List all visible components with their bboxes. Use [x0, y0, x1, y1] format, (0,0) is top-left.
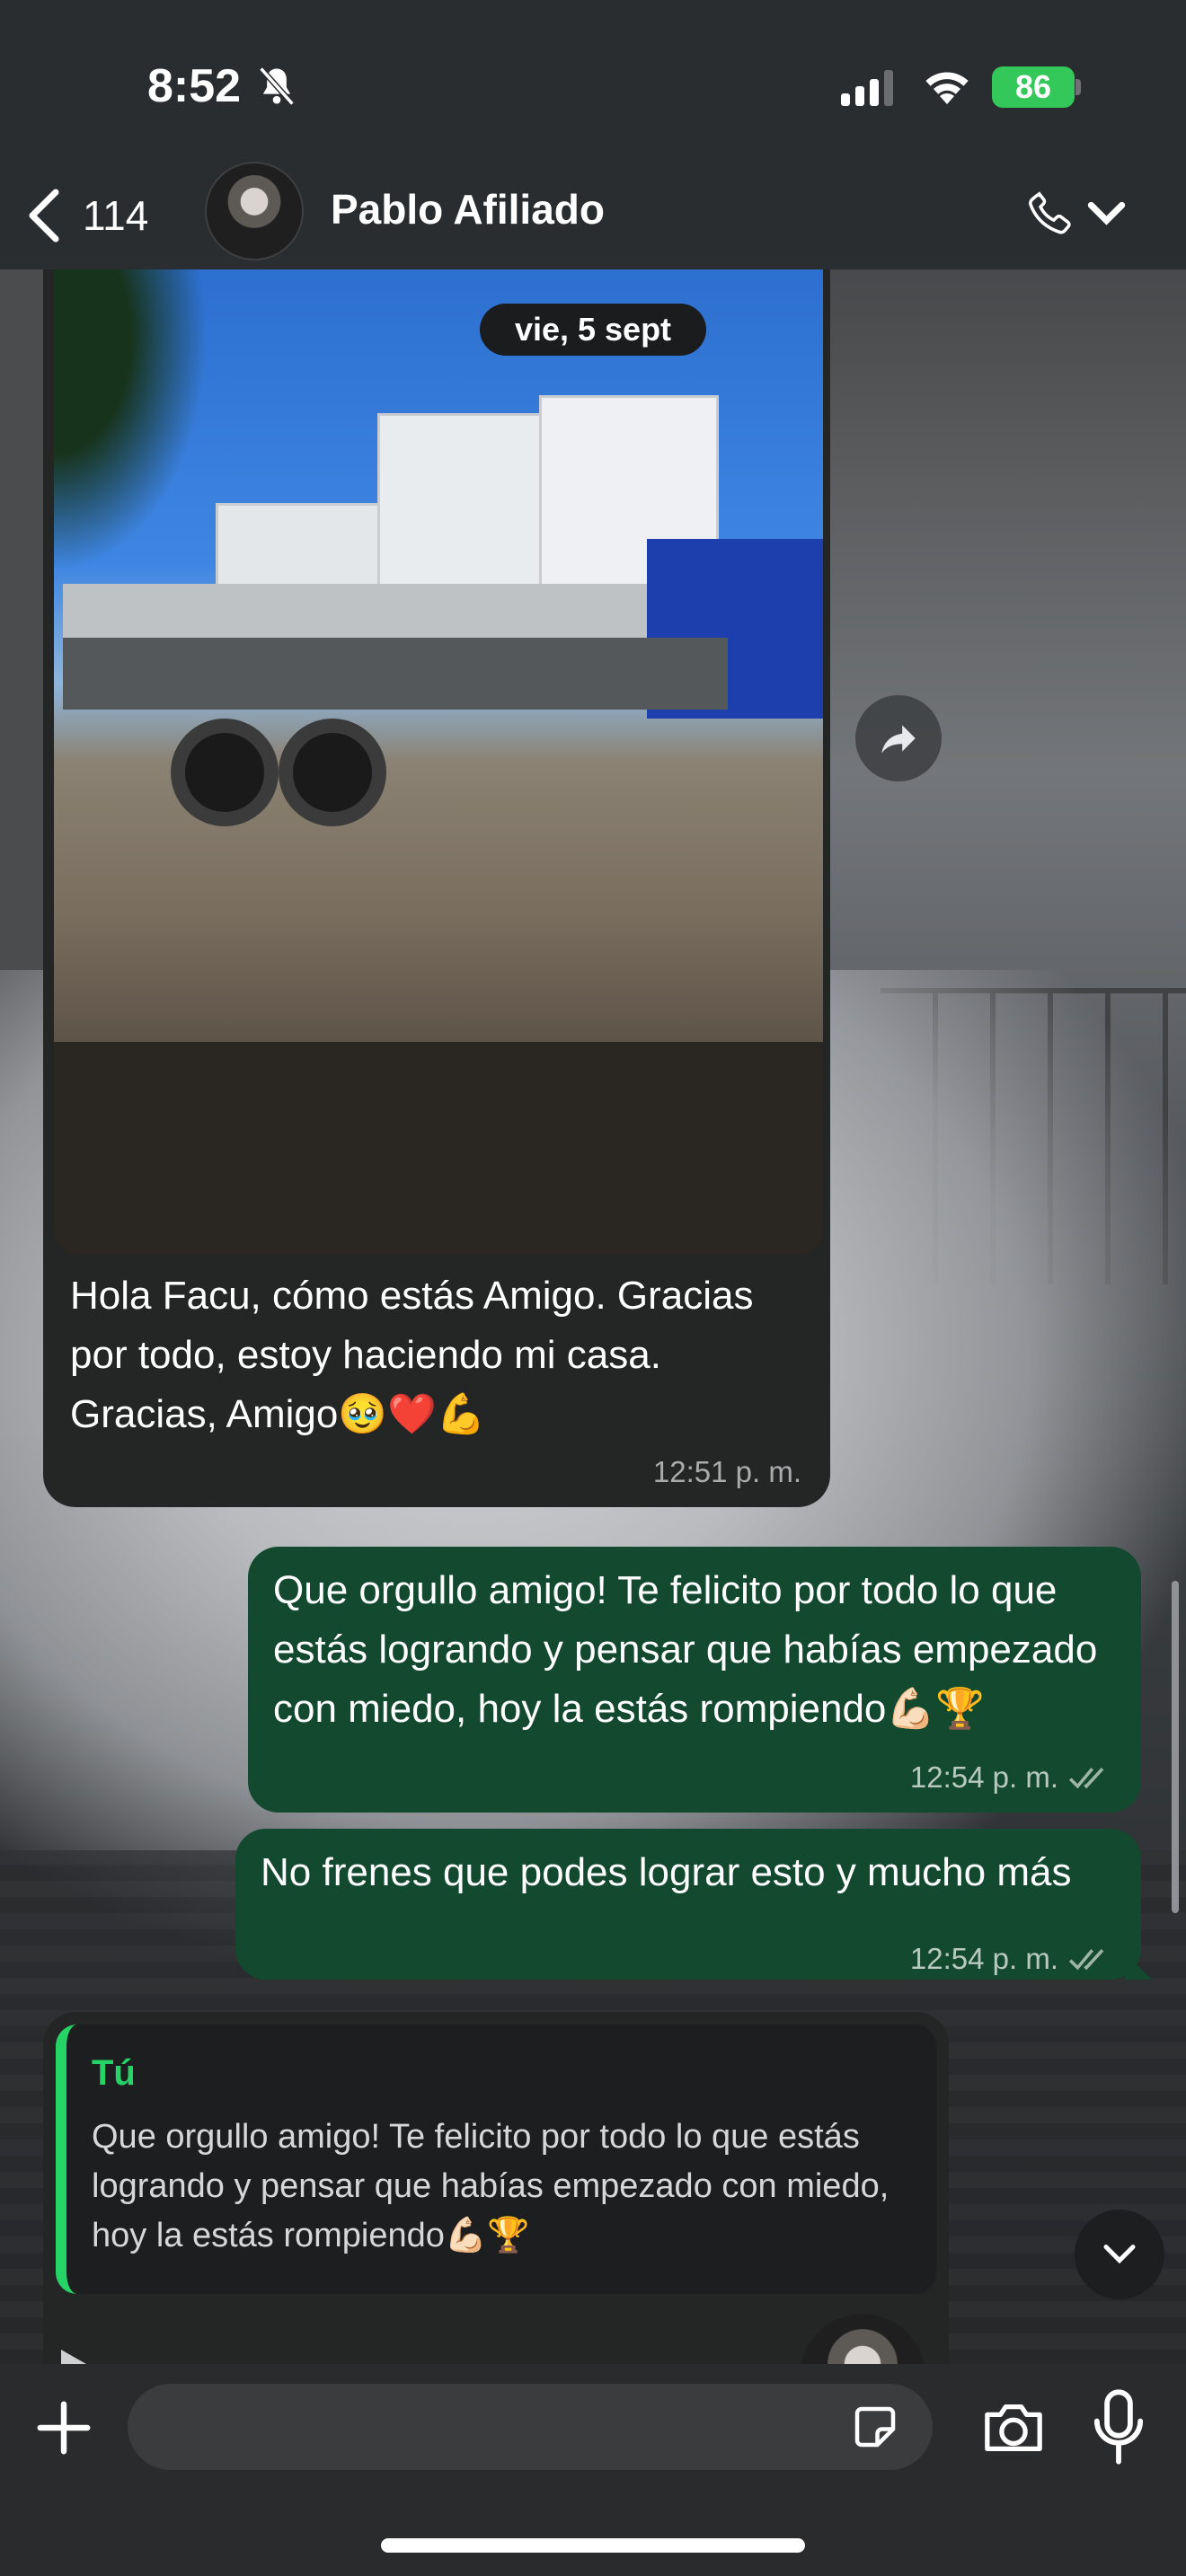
photo-cargo — [377, 413, 557, 593]
signal-icon — [841, 70, 893, 106]
contact-avatar[interactable] — [205, 162, 304, 260]
home-indicator — [381, 2538, 805, 2553]
message-time: 12:51 p. m. — [652, 1455, 801, 1488]
double-check-icon — [1068, 1949, 1104, 1971]
outgoing-message-text: Que orgullo amigo! Te felicito por todo … — [273, 1568, 1098, 1731]
photo-wheel — [171, 719, 279, 826]
photo-shadow — [54, 1042, 823, 1254]
status-bar: 8:52 86 — [0, 0, 1186, 162]
incoming-message-text: Hola Facu, cómo estás Amigo. Gracias por… — [70, 1274, 754, 1436]
quoted-author: Tú — [92, 2053, 136, 2093]
scrollbar[interactable] — [1172, 1581, 1179, 1913]
camera-icon[interactable] — [979, 2396, 1048, 2459]
quoted-text: Que orgullo amigo! Te felicito por todo … — [92, 2118, 890, 2254]
chevron-left-icon — [29, 189, 59, 243]
battery-level: 86 — [1014, 68, 1052, 105]
bell-slash-icon — [259, 66, 295, 106]
photo-truck-body — [63, 638, 728, 710]
message-time-row: 12:54 p. m. — [910, 1942, 1114, 1976]
unread-count: 114 — [83, 192, 149, 239]
message-time: 12:54 p. m. — [909, 1760, 1058, 1794]
battery-icon: 86 — [992, 66, 1075, 108]
chevron-down-icon — [1103, 2245, 1136, 2264]
photo-wheel — [279, 719, 386, 826]
incoming-image-message[interactable]: Hola Facu, cómo estás Amigo. Gracias por… — [43, 269, 830, 1507]
forward-icon — [881, 725, 916, 754]
wifi-icon — [925, 72, 969, 104]
double-check-icon — [1068, 1768, 1104, 1789]
contact-name[interactable]: Pablo Afiliado — [331, 185, 605, 234]
message-input[interactable] — [128, 2384, 933, 2470]
plus-icon[interactable] — [32, 2396, 95, 2459]
photo-truck-bed — [63, 584, 692, 638]
phone-icon — [1029, 191, 1071, 234]
photo-cargo — [216, 503, 386, 593]
forward-button[interactable] — [855, 695, 942, 781]
outgoing-message[interactable]: No frenes que podes lograr esto y mucho … — [235, 1829, 1152, 1980]
chevron-down-icon — [1087, 201, 1126, 225]
call-button[interactable] — [1024, 181, 1132, 244]
quoted-message[interactable]: Tú Que orgullo amigo! Te felicito por to… — [56, 2025, 936, 2294]
outgoing-message-text: No frenes que podes lograr esto y mucho … — [261, 1850, 1072, 1894]
chat-header: 114 Pablo Afiliado — [0, 162, 1186, 269]
microphone-icon[interactable] — [1093, 2389, 1145, 2465]
battery-tip — [1075, 79, 1081, 95]
back-button[interactable]: 114 — [27, 181, 148, 250]
message-time: 12:54 p. m. — [909, 1942, 1058, 1975]
status-time: 8:52 — [147, 60, 242, 112]
date-separator: vie, 5 sept — [480, 304, 706, 356]
message-time-row: 12:54 p. m. — [910, 1760, 1114, 1795]
photo-palm — [54, 269, 234, 611]
message-photo[interactable] — [54, 269, 823, 1254]
scroll-down-button[interactable] — [1075, 2210, 1164, 2299]
sticker-icon[interactable] — [848, 2400, 902, 2454]
outgoing-message[interactable]: Que orgullo amigo! Te felicito por todo … — [248, 1547, 1141, 1813]
